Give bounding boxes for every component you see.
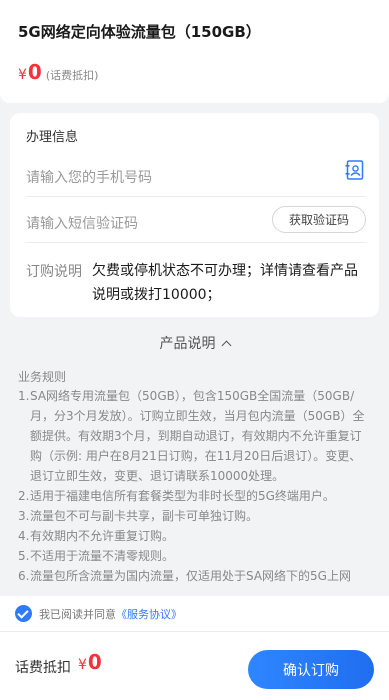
rule-text: 不适用于流量不清零规则。 xyxy=(30,549,175,563)
order-note-label: 订购说明 xyxy=(26,264,82,280)
list-item: 5. 不适用于流量不清零规则。 xyxy=(18,546,373,566)
price-value: 0 xyxy=(27,60,42,84)
total-label: 话费抵扣 xyxy=(15,660,71,676)
phone-field[interactable]: 请输入您的手机号码 xyxy=(26,153,366,197)
product-price: ¥ 0 (话费抵扣) xyxy=(18,60,98,84)
rule-number: 2. xyxy=(18,489,30,503)
rule-text: 流量包所含流量为国内流量，仅适用处于SA网络下的5G上网 xyxy=(30,569,351,583)
form-section-title: 办理信息 xyxy=(26,130,79,145)
rules-list: 1. SA网络专用流量包（50GB），包含150GB全国流量（50GB/月，分3… xyxy=(18,386,373,594)
total-price: ¥ 0 xyxy=(78,650,102,674)
rule-text: 有效期内不允许重复订购。 xyxy=(30,529,175,543)
rules-title: 业务规则 xyxy=(18,370,67,384)
list-item: 3. 流量包不可与副卡共享，副卡可单独订购。 xyxy=(18,506,373,526)
agreement-bar: 我已阅读并同意《服务协议》 xyxy=(0,596,389,632)
confirm-order-button[interactable]: 确认订购 xyxy=(248,650,374,689)
sms-input-placeholder[interactable]: 请输入短信验证码 xyxy=(26,213,138,233)
product-title: 5G网络定向体验流量包（150GB） xyxy=(18,23,261,41)
rule-number: 5. xyxy=(18,549,30,563)
agreement-text: 我已阅读并同意《服务协议》 xyxy=(39,606,182,622)
list-item: 1. SA网络专用流量包（50GB），包含150GB全国流量（50GB/月，分3… xyxy=(18,386,373,486)
rule-text: SA网络专用流量包（50GB），包含150GB全国流量（50GB/月，分3个月发… xyxy=(30,389,365,483)
service-agreement-link[interactable]: 《服务协议》 xyxy=(116,608,182,621)
total-currency-symbol: ¥ xyxy=(78,657,87,673)
order-form-card: 办理信息 请输入您的手机号码 请输入短信验证码 获取验证码 订购说明 欠费或停机… xyxy=(10,113,379,317)
rule-text: 适用于福建电信所有套餐类型为非时长型的5G终端用户。 xyxy=(30,489,335,503)
rule-number: 3. xyxy=(18,509,30,523)
order-note-text: 欠费或停机状态不可办理；详情请查看产品说明或拨打10000； xyxy=(92,263,358,303)
contact-book-icon[interactable] xyxy=(344,159,366,181)
chevron-up-icon xyxy=(221,340,231,351)
agreement-checkbox[interactable] xyxy=(15,605,32,622)
bottom-action-bar: 话费抵扣 ¥ 0 确认订购 xyxy=(0,632,389,700)
price-note: (话费抵扣) xyxy=(45,69,99,82)
agreement-prefix: 我已阅读并同意 xyxy=(39,608,116,621)
sms-code-field[interactable]: 请输入短信验证码 获取验证码 xyxy=(26,199,366,243)
currency-symbol: ¥ xyxy=(18,67,27,83)
list-item: 4. 有效期内不允许重复订购。 xyxy=(18,526,373,546)
list-item: 6. 流量包所含流量为国内流量，仅适用处于SA网络下的5G上网 xyxy=(18,566,373,586)
rule-number: 1. xyxy=(18,389,30,403)
list-item: 2. 适用于福建电信所有套餐类型为非时长型的5G终端用户。 xyxy=(18,486,373,506)
product-description-toggle[interactable]: 产品说明 xyxy=(0,333,389,353)
rule-text: 流量包不可与副卡共享，副卡可单独订购。 xyxy=(30,509,259,523)
product-card: 5G网络定向体验流量包（150GB） ¥ 0 (话费抵扣) xyxy=(0,0,389,103)
description-header-label: 产品说明 xyxy=(159,336,216,352)
phone-input-placeholder[interactable]: 请输入您的手机号码 xyxy=(26,167,152,187)
rule-number: 4. xyxy=(18,529,30,543)
get-code-button[interactable]: 获取验证码 xyxy=(272,206,366,233)
total-price-value: 0 xyxy=(87,650,102,674)
rule-number: 6. xyxy=(18,569,30,583)
